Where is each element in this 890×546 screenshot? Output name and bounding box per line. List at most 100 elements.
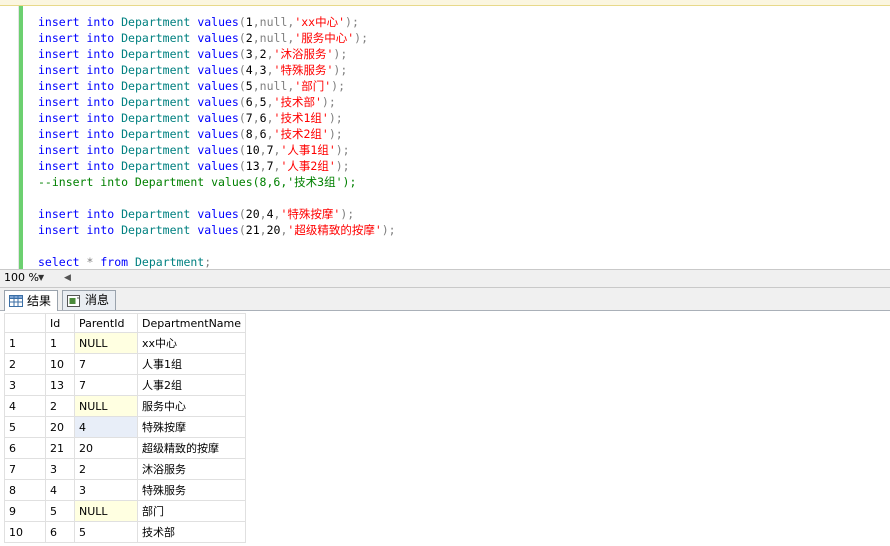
cell-id[interactable]: 21 [45,437,75,459]
code-line: insert into Department values(5,null,'部门… [38,78,396,94]
cell-parentid[interactable]: NULL [74,332,138,354]
code-punct: , [266,111,274,125]
code-keyword: values [197,31,239,45]
cell-departmentname[interactable]: 特殊服务 [136,479,247,501]
tab-messages[interactable]: 消息 [62,290,117,310]
cell-departmentname[interactable]: 技术部 [136,521,247,543]
code-number: 5 [245,79,253,93]
code-line: insert into Department values(21,20,'超级精… [38,222,396,238]
cell-departmentname[interactable]: 特殊按摩 [136,416,247,438]
code-table-name: Department [121,111,191,125]
cell-parentid[interactable]: 3 [74,479,138,501]
cell-parentid[interactable]: 7 [74,374,138,396]
cell-departmentname[interactable]: 服务中心 [136,395,247,417]
cell-parentid[interactable]: NULL [74,395,138,417]
tab-results[interactable]: 结果 [4,290,59,311]
code-punct: ( [238,63,246,77]
cell-departmentname[interactable]: 人事2组 [136,374,247,396]
cell-id[interactable]: 20 [45,416,75,438]
cell-id[interactable]: 2 [45,395,75,417]
code-punct: ); [328,111,343,125]
cell-departmentname[interactable]: 超级精致的按摩 [136,437,247,459]
cell-departmentname[interactable]: 部门 [136,500,247,522]
code-number: 5 [259,95,267,109]
table-row[interactable]: 6 21 20 超级精致的按摩 [4,437,247,459]
cell-id[interactable]: 13 [45,374,75,396]
cell-parentid[interactable]: 2 [74,458,138,480]
code-punct: , [259,223,267,237]
code-keyword: into [86,111,115,125]
code-punct: ); [354,31,369,45]
code-punct: ( [238,47,246,61]
code-keyword: insert [38,111,80,125]
code-punct: ( [238,207,246,221]
cell-departmentname[interactable]: 沐浴服务 [136,458,247,480]
code-table-name: Department [121,31,191,45]
code-table-name: Department [121,15,191,29]
cell-id[interactable]: 10 [45,353,75,375]
cell-parentid[interactable]: NULL [74,500,138,522]
row-header-corner [4,313,46,333]
code-string: '特殊服务' [273,63,334,77]
table-row[interactable]: 3 13 7 人事2组 [4,374,247,396]
change-tracking-bar [19,6,23,269]
cell-departmentname[interactable]: 人事1组 [136,353,247,375]
table-row[interactable]: 10 6 5 技术部 [4,521,247,543]
cell-parentid[interactable]: 5 [74,521,138,543]
code-keyword: insert [38,159,80,173]
code-punct: , [266,127,274,141]
code-string: '服务中心' [294,31,355,45]
cell-id[interactable]: 5 [45,500,75,522]
code-punct: , [259,207,267,221]
code-string: '部门' [294,79,332,93]
table-row[interactable]: 1 1 NULL xx中心 [4,332,247,354]
column-header-departmentname[interactable]: DepartmentName [136,313,247,333]
cell-id[interactable]: 1 [45,332,75,354]
grid-header-row: Id ParentId DepartmentName [4,313,247,333]
code-keyword: values [197,15,239,29]
table-row[interactable]: 9 5 NULL 部门 [4,500,247,522]
code-number: 7 [266,143,274,157]
code-string: '技术1组' [273,111,329,125]
code-punct: , [266,47,274,61]
column-header-parentid[interactable]: ParentId [74,313,138,333]
cell-id[interactable]: 6 [45,521,75,543]
table-row[interactable]: 7 3 2 沐浴服务 [4,458,247,480]
code-punct: ); [335,159,350,173]
code-table-name: Department [121,95,191,109]
code-keyword: insert [38,207,80,221]
chevron-down-icon[interactable]: ▼ [38,270,44,286]
results-grid[interactable]: Id ParentId DepartmentName 1 1 NULL xx中心 2 10… [4,313,247,543]
table-row[interactable]: 2 10 7 人事1组 [4,353,247,375]
code-string: '技术部' [273,95,322,109]
code-keyword: into [86,63,115,77]
code-keyword: insert [38,223,80,237]
code-punct: ); [340,207,355,221]
sql-code[interactable]: insert into Department values(1,null,'xx… [38,14,396,269]
cell-id[interactable]: 4 [45,479,75,501]
code-punct: ); [381,223,396,237]
code-keyword: insert [38,143,80,157]
code-comment: --insert into Department values(8,6,'技术3… [38,175,357,189]
column-header-id[interactable]: Id [45,313,75,333]
code-punct: ); [321,95,336,109]
cell-id[interactable]: 3 [45,458,75,480]
code-punct: ); [333,47,348,61]
code-string: '特殊按摩' [280,207,341,221]
cell-parentid[interactable]: 7 [74,353,138,375]
table-row[interactable]: 5 20 4 特殊按摩 [4,416,247,438]
code-punct: ); [345,15,359,29]
code-keyword: insert [38,31,80,45]
code-number: 1 [245,15,253,29]
row-number: 6 [4,437,46,459]
cell-parentid[interactable]: 20 [74,437,138,459]
cell-parentid[interactable]: 4 [74,416,138,438]
table-row[interactable]: 8 4 3 特殊服务 [4,479,247,501]
code-keyword: values [197,223,239,237]
code-keyword: into [86,127,115,141]
scroll-left-icon[interactable]: ◀ [64,271,71,285]
code-punct: , [252,127,260,141]
table-row[interactable]: 4 2 NULL 服务中心 [4,395,247,417]
cell-departmentname[interactable]: xx中心 [136,332,247,354]
sql-editor[interactable]: insert into Department values(1,null,'xx… [0,6,890,269]
